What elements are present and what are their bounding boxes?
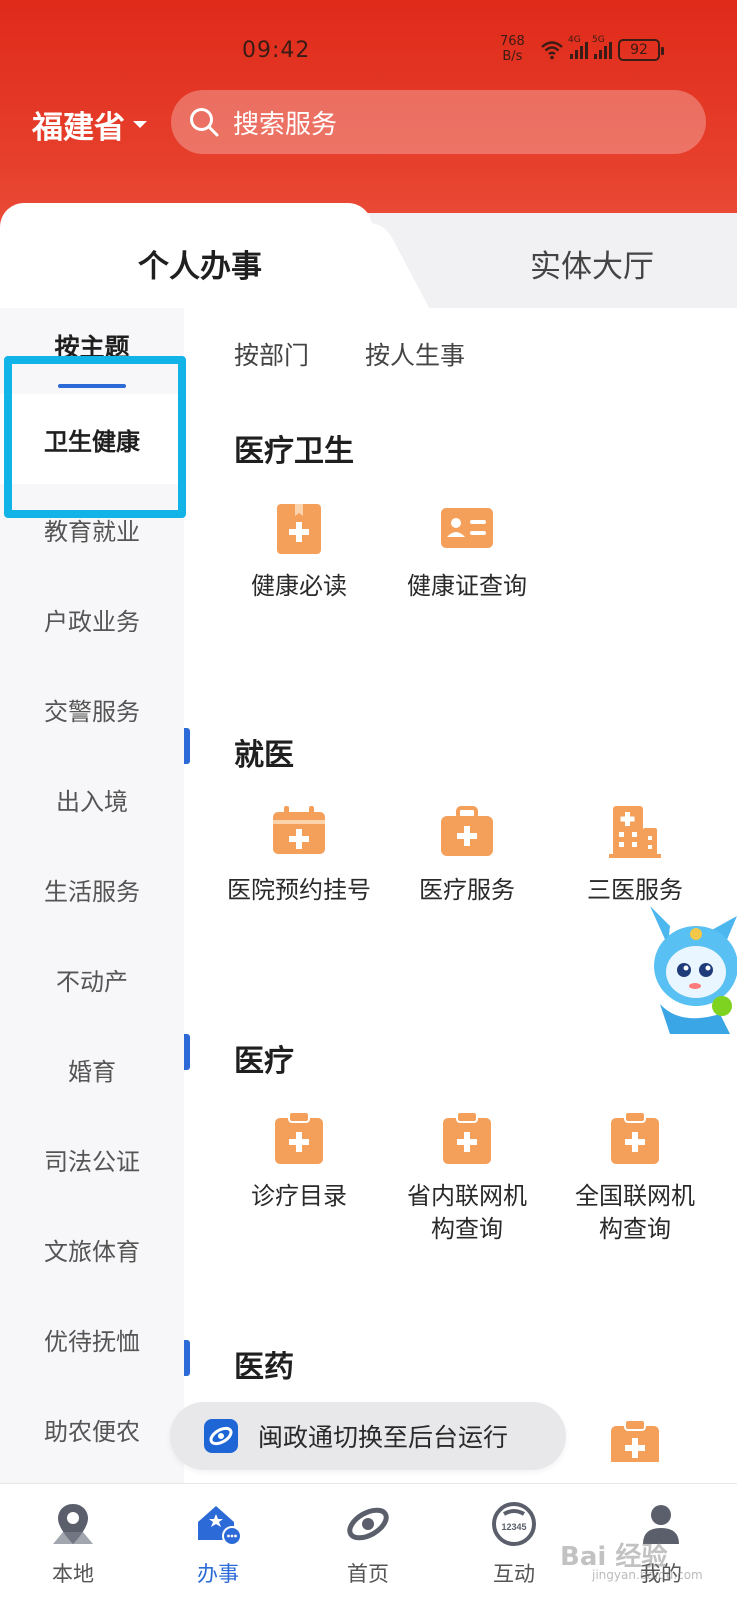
service-health-reading[interactable]: 健康必读	[215, 500, 383, 603]
section-indicator-bar	[184, 1034, 190, 1070]
signal-5g-icon: 5G	[592, 35, 612, 59]
service-label: 全国联网机构查询	[575, 1182, 695, 1243]
toast-text: 闽政通切换至后台运行	[258, 1423, 509, 1452]
nav-services[interactable]: 办事	[163, 1500, 273, 1588]
service-label: 省内联网机构查询	[407, 1182, 527, 1243]
service-house-icon	[198, 1506, 242, 1546]
subtab-by-department[interactable]: 按部门	[234, 336, 309, 372]
sidebar-item-life-services[interactable]: 生活服务	[0, 844, 184, 934]
watermark-url: jingyan.baidu.com	[592, 1568, 703, 1582]
sidebar-item-label: 出入境	[56, 787, 128, 816]
sidebar-item-marriage-birth[interactable]: 婚育	[0, 1024, 184, 1114]
signal-4g-icon: 4G	[568, 35, 588, 59]
service-label: 健康必读	[251, 572, 347, 600]
sidebar-item-label: 不动产	[56, 967, 128, 996]
sidebar-item-judicial-notary[interactable]: 司法公证	[0, 1114, 184, 1204]
clipboard-plus-icon	[611, 1419, 659, 1462]
book-plus-icon	[277, 504, 321, 554]
sidebar-item-label: 户政业务	[44, 607, 140, 636]
net-speed-value: 768	[500, 34, 525, 49]
status-bar: 09:42 768 B/s 4G 5G 92	[0, 34, 737, 74]
sidebar-item-label: 助农便农	[44, 1417, 140, 1446]
nav-label: 互动	[493, 1562, 535, 1586]
search-bar[interactable]: 搜索服务	[171, 90, 706, 154]
sidebar-item-label: 优待抚恤	[44, 1327, 140, 1356]
sidebar-item-label: 婚育	[68, 1057, 116, 1086]
mascot-robot-icon[interactable]	[640, 906, 737, 1036]
net-speed-unit: B/s	[502, 49, 523, 64]
nav-interaction[interactable]: 12345 互动	[459, 1500, 569, 1588]
service-provincial-network-query[interactable]: 省内联网机构查询	[383, 1110, 551, 1246]
sidebar-item-household[interactable]: 户政业务	[0, 574, 184, 664]
service-label: 诊疗目录	[251, 1182, 347, 1210]
nav-label: 本地	[52, 1562, 94, 1586]
section-title-seek-medical: 就医	[234, 738, 294, 773]
hotline-12345-icon: 12345	[492, 1502, 536, 1546]
status-icons: 4G 5G 92	[540, 35, 664, 62]
hospital-building-icon	[609, 806, 661, 858]
content-area: 按主题 卫生健康 教育就业 户政业务 交警服务 出入境 生活服务 不动产 婚育 …	[0, 308, 737, 1483]
sidebar-item-real-estate[interactable]: 不动产	[0, 934, 184, 1024]
id-card-icon	[441, 508, 493, 548]
province-label: 福建省	[32, 110, 125, 146]
background-run-toast: 闽政通切换至后台运行	[170, 1402, 566, 1470]
sidebar-item-culture-sports[interactable]: 文旅体育	[0, 1204, 184, 1294]
network-5g-label: 5G	[592, 35, 605, 45]
clipboard-plus-icon	[443, 1111, 491, 1164]
clipboard-plus-icon	[611, 1111, 659, 1164]
section-title-medical-health: 医疗卫生	[234, 434, 354, 469]
sidebar-item-exit-entry[interactable]: 出入境	[0, 754, 184, 844]
battery-level: 92	[630, 42, 648, 58]
tab-personal-affairs[interactable]: 个人办事	[0, 203, 372, 308]
service-medical-services[interactable]: 医疗服务	[383, 804, 551, 907]
service-hospital-appointment[interactable]: 医院预约挂号	[215, 804, 383, 907]
medical-kit-icon	[441, 806, 493, 856]
top-tabs: 实体大厅 个人办事	[0, 203, 737, 308]
search-placeholder: 搜索服务	[233, 109, 338, 140]
sidebar-item-label: 文旅体育	[44, 1237, 140, 1266]
service-national-network-query[interactable]: 全国联网机构查询	[551, 1110, 719, 1246]
sidebar-item-label: 司法公证	[44, 1147, 140, 1176]
sidebar-item-agriculture[interactable]: 助农便农	[0, 1384, 184, 1474]
network-4g-label: 4G	[568, 35, 581, 45]
service-label: 健康证查询	[407, 572, 527, 600]
section-title-medicine: 医药	[234, 1350, 294, 1385]
service-label: 医院预约挂号	[227, 876, 371, 904]
calendar-plus-icon	[273, 806, 325, 854]
section-indicator-bar	[184, 1340, 190, 1376]
sidebar-item-label: 生活服务	[44, 877, 140, 906]
service-label: 医疗服务	[419, 876, 515, 904]
battery-icon: 92	[618, 39, 664, 61]
status-time: 09:42	[242, 38, 311, 63]
sidebar-item-preferential[interactable]: 优待抚恤	[0, 1294, 184, 1384]
service-health-certificate-query[interactable]: 健康证查询	[383, 500, 551, 603]
nav-local[interactable]: 本地	[18, 1500, 128, 1588]
sub-tabs: 按部门 按人生事	[234, 336, 465, 372]
annotation-highlight-box	[4, 356, 186, 518]
province-selector[interactable]: 福建省	[32, 102, 147, 147]
search-icon	[190, 108, 219, 137]
home-logo-icon	[347, 1507, 389, 1541]
service-treatment-catalog[interactable]: 诊疗目录	[215, 1110, 383, 1213]
clipboard-plus-icon	[275, 1111, 323, 1164]
section-indicator-bar	[184, 728, 190, 764]
sidebar-item-traffic-police[interactable]: 交警服务	[0, 664, 184, 754]
caret-down-icon	[133, 121, 147, 128]
wifi-icon	[541, 41, 563, 60]
section-title-medical-treatment: 医疗	[234, 1044, 294, 1079]
svg-text:12345: 12345	[501, 1522, 526, 1532]
subtab-by-life-event[interactable]: 按人生事	[365, 336, 465, 372]
nav-label: 办事	[197, 1562, 239, 1586]
nav-label: 首页	[347, 1562, 389, 1586]
app-logo-icon	[204, 1419, 238, 1453]
tab-personal-affairs-label: 个人办事	[138, 249, 262, 285]
sidebar-item-label: 交警服务	[44, 697, 140, 726]
tab-physical-hall-label: 实体大厅	[530, 249, 654, 285]
nav-home[interactable]: 首页	[313, 1500, 423, 1588]
network-speed: 768 B/s	[500, 34, 525, 64]
service-label: 三医服务	[587, 876, 683, 904]
location-icon	[53, 1504, 93, 1544]
service-three-medical[interactable]: 三医服务	[551, 804, 719, 907]
